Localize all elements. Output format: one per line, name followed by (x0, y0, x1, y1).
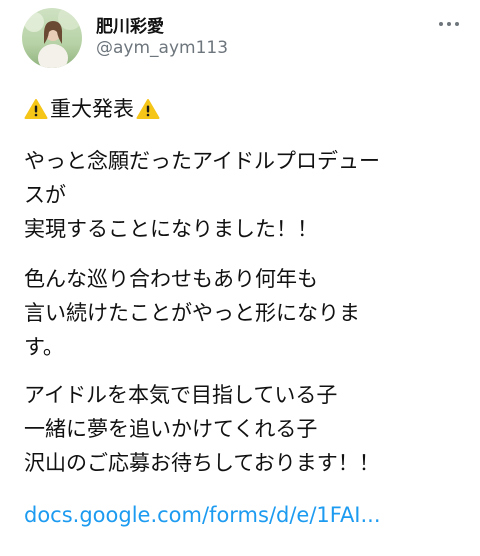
text-line: 一緒に夢を追いかけてくれる子 (24, 417, 318, 441)
text-line: 色んな巡り合わせもあり何年も (24, 267, 318, 291)
text-line: スが (24, 183, 66, 207)
more-options-button[interactable] (436, 14, 462, 34)
paragraph-call-to-action: アイドルを本気で目指している子 一緒に夢を追いかけてくれる子 沢山のご応募お待ち… (24, 378, 464, 480)
headline: 重大発表 (24, 92, 464, 126)
text-line: す。 (24, 335, 64, 359)
display-name[interactable]: 肥川彩愛 (96, 12, 164, 37)
headline-text: 重大発表 (50, 97, 134, 121)
application-form-link[interactable]: docs.google.com/forms/d/e/1FAI... (24, 500, 464, 530)
text-line: アイドルを本気で目指している子 (24, 383, 338, 407)
warning-icon (24, 99, 48, 119)
more-dots-icon (439, 22, 459, 26)
paragraph-announcement: やっと念願だったアイドルプロデュー スが 実現することになりました！！ (24, 144, 464, 246)
text-line: 実現することになりました！！ (24, 217, 318, 241)
profile-photo-avatar (22, 8, 82, 68)
warning-icon (136, 99, 160, 119)
text-line: 言い続けたことがやっと形になりま (24, 301, 360, 325)
tweet-header: 肥川彩愛 @aym_aym113 (0, 0, 480, 78)
user-handle[interactable]: @aym_aym113 (96, 38, 228, 58)
tweet-text: 重大発表 やっと念願だったアイドルプロデュー スが 実現することになりました！！… (24, 92, 464, 530)
text-line: やっと念願だったアイドルプロデュー (24, 149, 380, 173)
paragraph-background: 色んな巡り合わせもあり何年も 言い続けたことがやっと形になりま す。 (24, 262, 464, 364)
avatar[interactable] (22, 8, 82, 68)
text-line: 沢山のご応募お待ちしております！！ (24, 451, 380, 475)
